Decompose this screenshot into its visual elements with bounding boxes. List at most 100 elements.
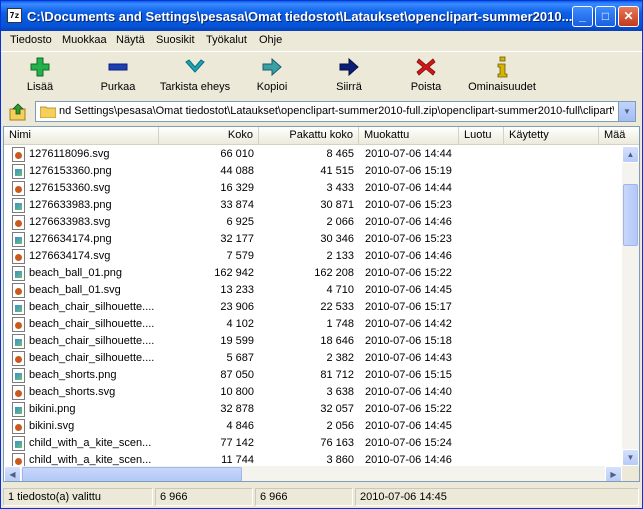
file-packed-size: 2 066: [326, 216, 354, 228]
file-modified: 2010-07-06 14:46: [365, 216, 452, 228]
png-file-icon: [12, 232, 25, 247]
folder-up-icon[interactable]: [9, 103, 27, 121]
properties-button[interactable]: Ominaisuudet: [467, 56, 537, 96]
scroll-left-button[interactable]: ◀: [4, 466, 21, 481]
column-packed-size[interactable]: Pakattu koko: [259, 127, 359, 145]
file-row[interactable]: beach_chair_silhouette.... 5 687 2 382 2010…: [4, 350, 622, 367]
file-modified: 2010-07-06 15:19: [365, 165, 452, 177]
delete-button[interactable]: Poista: [401, 56, 451, 96]
png-file-icon: [12, 334, 25, 349]
address-combobox[interactable]: nd Settings\pesasa\Omat tiedostot\Latauk…: [35, 101, 636, 122]
file-size: 19 599: [220, 335, 254, 347]
svg-file-icon: [12, 215, 25, 230]
file-row[interactable]: beach_chair_silhouette.... 4 102 1 748 2010…: [4, 316, 622, 333]
file-row[interactable]: beach_chair_silhouette.... 19 599 18 646 20…: [4, 333, 622, 350]
file-name: beach_ball_01.png: [29, 267, 122, 279]
file-row[interactable]: beach_ball_01.png 162 942 162 208 2010-07-0…: [4, 265, 622, 282]
file-packed-size: 2 133: [326, 250, 354, 262]
file-row[interactable]: beach_shorts.png 87 050 81 712 2010-07-06 1…: [4, 367, 622, 384]
maximize-button[interactable]: □: [595, 6, 616, 27]
file-size: 7 579: [226, 250, 254, 262]
column-attributes[interactable]: Mää: [599, 127, 639, 145]
file-size: 13 233: [220, 284, 254, 296]
menu-edit[interactable]: Muokkaa: [62, 34, 107, 46]
file-row[interactable]: 1276633983.png 33 874 30 871 2010-07-06 15:…: [4, 197, 622, 214]
file-list[interactable]: Nimi Koko Pakattu koko Muokattu Luotu Kä…: [3, 126, 640, 482]
menu-view[interactable]: Näytä: [116, 34, 145, 46]
file-name: beach_chair_silhouette....: [29, 352, 155, 364]
scroll-up-button[interactable]: ▲: [622, 146, 639, 163]
file-packed-size: 2 056: [326, 420, 354, 432]
file-packed-size: 4 710: [326, 284, 354, 296]
file-packed-size: 3 638: [326, 386, 354, 398]
file-packed-size: 81 712: [320, 369, 354, 381]
file-name: 1276153360.svg: [29, 182, 111, 194]
address-path[interactable]: nd Settings\pesasa\Omat tiedostot\Latauk…: [59, 105, 614, 117]
extract-button[interactable]: Purkaa: [93, 56, 143, 96]
file-name: 1276153360.png: [29, 165, 112, 177]
menu-tools[interactable]: Työkalut: [206, 34, 247, 46]
file-name: 1276118096.svg: [29, 148, 110, 160]
column-created[interactable]: Luotu: [459, 127, 504, 145]
file-size: 44 088: [220, 165, 254, 177]
copy-button[interactable]: Kopioi: [247, 56, 297, 96]
move-button[interactable]: Siirrä: [324, 56, 374, 96]
svg-file-icon: [12, 147, 25, 162]
file-row[interactable]: 1276633983.svg 6 925 2 066 2010-07-06 14:46: [4, 214, 622, 231]
file-row[interactable]: beach_chair_silhouette.... 23 906 22 533 20…: [4, 299, 622, 316]
file-row[interactable]: child_with_a_kite_scen... 77 142 76 163 201…: [4, 435, 622, 452]
file-size: 33 874: [220, 199, 254, 211]
column-modified[interactable]: Muokattu: [359, 127, 459, 145]
close-button[interactable]: ✕: [618, 6, 639, 27]
file-size: 6 925: [226, 216, 254, 228]
file-modified: 2010-07-06 14:40: [365, 386, 452, 398]
scroll-down-button[interactable]: ▼: [622, 449, 639, 466]
file-row[interactable]: bikini.png 32 878 32 057 2010-07-06 15:22: [4, 401, 622, 418]
scroll-right-button[interactable]: ▶: [605, 466, 622, 481]
horizontal-scrollbar[interactable]: ◀ ▶: [4, 466, 622, 481]
file-row[interactable]: 1276153360.png 44 088 41 515 2010-07-06 15:…: [4, 163, 622, 180]
test-button[interactable]: Tarkista eheys: [157, 56, 233, 96]
file-row[interactable]: beach_shorts.svg 10 800 3 638 2010-07-06 14…: [4, 384, 622, 401]
status-packed-size: 6 966: [255, 488, 353, 506]
app-icon[interactable]: 7z: [7, 8, 22, 23]
vertical-scrollbar[interactable]: ▲ ▼: [622, 146, 639, 466]
file-row[interactable]: beach_ball_01.svg 13 233 4 710 2010-07-06 1…: [4, 282, 622, 299]
png-file-icon: [12, 402, 25, 417]
file-row[interactable]: 1276153360.svg 16 329 3 433 2010-07-06 14:4…: [4, 180, 622, 197]
menu-file[interactable]: Tiedosto: [10, 34, 52, 46]
copy-arrow-icon: [262, 57, 282, 77]
column-name[interactable]: Nimi: [4, 127, 159, 145]
file-packed-size: 76 163: [320, 437, 354, 449]
file-row[interactable]: bikini.svg 4 846 2 056 2010-07-06 14:45: [4, 418, 622, 435]
menu-help[interactable]: Ohje: [259, 34, 282, 46]
delete-x-icon: [416, 58, 436, 76]
minus-icon: [108, 63, 128, 71]
move-arrow-icon: [339, 57, 359, 77]
vertical-scroll-thumb[interactable]: [623, 184, 638, 246]
info-icon: [497, 56, 508, 78]
png-file-icon: [12, 266, 25, 281]
file-row[interactable]: 1276634174.png 32 177 30 346 2010-07-06 15:…: [4, 231, 622, 248]
file-name: beach_shorts.svg: [29, 386, 116, 398]
file-name: 1276633983.png: [29, 199, 112, 211]
horizontal-scroll-thumb[interactable]: [22, 467, 242, 481]
minimize-button[interactable]: _: [572, 6, 593, 27]
address-dropdown-button[interactable]: ▼: [618, 102, 635, 121]
file-size: 4 846: [226, 420, 254, 432]
column-accessed[interactable]: Käytetty: [504, 127, 599, 145]
status-size: 6 966: [155, 488, 253, 506]
menu-favorites[interactable]: Suosikit: [156, 34, 195, 46]
menu-bar: Tiedosto Muokkaa Näytä Suosikit Työkalut…: [1, 31, 642, 50]
file-row[interactable]: 1276634174.svg 7 579 2 133 2010-07-06 14:46: [4, 248, 622, 265]
file-modified: 2010-07-06 14:45: [365, 420, 452, 432]
scrollbar-corner: [622, 466, 639, 481]
file-packed-size: 18 646: [320, 335, 354, 347]
title-bar[interactable]: 7z C:\Documents and Settings\pesasa\Omat…: [1, 1, 642, 31]
file-name: 1276634174.svg: [29, 250, 111, 262]
file-row[interactable]: 1276118096.svg 66 010 8 465 2010-07-06 14:4…: [4, 146, 622, 163]
file-modified: 2010-07-06 15:22: [365, 403, 452, 415]
status-bar: 1 tiedosto(a) valittu 6 966 6 966 2010-0…: [1, 485, 642, 508]
add-button[interactable]: Lisää: [15, 56, 65, 96]
column-size[interactable]: Koko: [159, 127, 259, 145]
